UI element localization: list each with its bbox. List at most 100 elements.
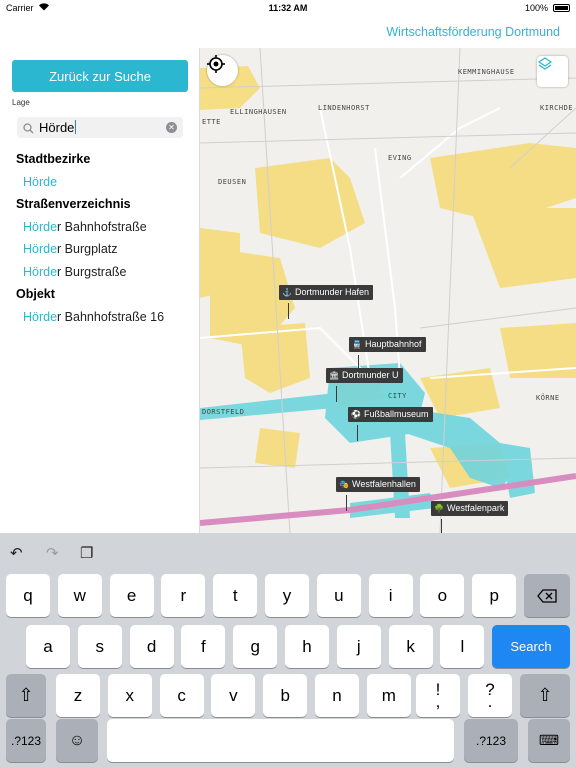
poi-westfalenpark[interactable]: 🌳 Westfalenpark [431, 501, 509, 516]
emoji-icon: ☺ [68, 731, 86, 749]
key-y[interactable]: y [265, 574, 309, 617]
key-k[interactable]: k [388, 625, 433, 668]
football-icon: ⚽ [351, 410, 361, 419]
nav-title[interactable]: Wirtschaftsförderung Dortmund [386, 25, 560, 39]
result-item[interactable]: Hörder Burgplatz [23, 242, 118, 256]
section-heading-objekt: Objekt [16, 287, 55, 301]
key-q[interactable]: q [6, 574, 50, 617]
crosshair-icon [207, 55, 225, 73]
key-u[interactable]: u [316, 574, 361, 617]
battery-percent: 100% [524, 3, 548, 13]
shift-icon: ⇧ [537, 685, 553, 705]
battery-icon [553, 4, 570, 12]
key-j[interactable]: j [336, 625, 381, 668]
poi-stem [288, 303, 289, 319]
district-label: ELLINGHAUSEN [230, 108, 287, 116]
search-query: Hörde [39, 120, 75, 135]
key-w[interactable]: w [57, 574, 102, 617]
key-question-period[interactable]: ?. [468, 674, 512, 717]
district-label: DEUSEN [218, 178, 247, 186]
hide-keyboard-key[interactable]: ⌨ [528, 719, 570, 762]
backspace-icon [537, 588, 557, 603]
navigation-bar: Wirtschaftsförderung Dortmund [0, 18, 576, 49]
district-label: CITY [388, 392, 407, 400]
district-label: ETTE [202, 118, 221, 126]
poi-stem [357, 425, 358, 441]
key-c[interactable]: c [159, 674, 204, 717]
locate-me-button[interactable] [207, 55, 238, 86]
map-view[interactable]: KEMMINGHAUSE KIRCHDE ETTE ELLINGHAUSEN L… [200, 48, 576, 533]
paste-icon[interactable]: ❐ [80, 544, 93, 562]
search-key[interactable]: Search [492, 625, 570, 668]
key-e[interactable]: e [109, 574, 154, 617]
search-input[interactable]: Hörde ✕ [17, 117, 183, 138]
poi-hauptbahnhof[interactable]: 🚆 Hauptbahnhof [349, 337, 426, 352]
search-sidebar: Zurück zur Suche Lage Hörde ✕ Stadtbezir… [0, 48, 200, 533]
district-label: KÖRNE [536, 394, 560, 402]
key-m[interactable]: m [366, 674, 411, 717]
layers-icon [537, 57, 553, 70]
result-item[interactable]: Hörder Burgstraße [23, 265, 127, 279]
numbers-key-right[interactable]: .?123 [464, 719, 518, 762]
district-label: KEMMINGHAUSE [458, 68, 515, 76]
key-x[interactable]: x [107, 674, 152, 717]
key-p[interactable]: p [472, 574, 517, 617]
space-bar[interactable] [107, 719, 454, 762]
district-label: KIRCHDE [540, 104, 574, 112]
key-l[interactable]: l [440, 625, 485, 668]
key-h[interactable]: h [285, 625, 329, 668]
search-icon [23, 121, 34, 139]
shift-icon: ⇧ [18, 685, 34, 705]
train-icon: 🚆 [352, 340, 362, 349]
result-item[interactable]: Hörder Bahnhofstraße 16 [23, 310, 164, 324]
key-exclaim-comma[interactable]: !, [416, 674, 460, 717]
undo-icon[interactable]: ↶ [10, 544, 23, 562]
district-label: DORSTFELD [202, 408, 245, 416]
poi-dortmunder-u[interactable]: 🏛 Dortmunder U [326, 368, 403, 383]
key-d[interactable]: d [129, 625, 174, 668]
section-heading-strassenverzeichnis: Straßenverzeichnis [16, 197, 131, 211]
status-bar: Carrier 11:32 AM 100% [0, 0, 576, 18]
shift-key-right[interactable]: ⇧ [520, 674, 570, 717]
poi-dortmunder-hafen[interactable]: ⚓ Dortmunder Hafen [279, 285, 374, 300]
backspace-key[interactable] [524, 574, 570, 617]
lage-label: Lage [12, 98, 30, 107]
numbers-key-left[interactable]: .?123 [6, 719, 46, 762]
key-b[interactable]: b [263, 674, 308, 717]
on-screen-keyboard: ↶ ↷ ❐ q w e r t y u i o p a s d f g h j k l Search ⇧ z x c v b n m!… [0, 533, 576, 768]
key-v[interactable]: v [211, 674, 256, 717]
map-canvas [200, 48, 576, 533]
theater-icon: 🎭 [339, 480, 349, 489]
poi-stem [441, 519, 442, 533]
emoji-key[interactable]: ☺ [56, 719, 98, 762]
redo-icon[interactable]: ↷ [46, 544, 59, 562]
anchor-icon: ⚓ [282, 288, 292, 297]
key-r[interactable]: r [161, 574, 206, 617]
section-heading-stadtbezirke: Stadtbezirke [16, 152, 91, 166]
key-a[interactable]: a [26, 625, 70, 668]
poi-stem [346, 495, 347, 511]
clear-search-icon[interactable]: ✕ [166, 122, 177, 133]
key-z[interactable]: z [56, 674, 100, 717]
key-g[interactable]: g [233, 625, 278, 668]
result-item[interactable]: Hörde [23, 175, 57, 189]
keyboard-shortcut-bar: ↶ ↷ ❐ [0, 533, 576, 571]
back-to-search-button[interactable]: Zurück zur Suche [12, 60, 188, 92]
poi-westfalenhallen[interactable]: 🎭 Westfalenhallen [336, 477, 420, 492]
key-n[interactable]: n [315, 674, 359, 717]
result-item[interactable]: Hörder Bahnhofstraße [23, 220, 147, 234]
key-o[interactable]: o [420, 574, 465, 617]
key-s[interactable]: s [77, 625, 122, 668]
key-i[interactable]: i [368, 574, 413, 617]
shift-key-left[interactable]: ⇧ [6, 674, 46, 717]
key-t[interactable]: t [213, 574, 258, 617]
poi-stem [336, 386, 337, 402]
district-label: LINDENHORST [318, 104, 370, 112]
poi-fussballmuseum[interactable]: ⚽ Fußballmuseum [348, 407, 433, 422]
text-cursor [75, 120, 77, 134]
tree-icon: 🌳 [434, 504, 444, 513]
museum-icon: 🏛 [329, 371, 340, 380]
clock: 11:32 AM [268, 3, 308, 13]
layers-button[interactable] [537, 56, 568, 87]
key-f[interactable]: f [181, 625, 226, 668]
